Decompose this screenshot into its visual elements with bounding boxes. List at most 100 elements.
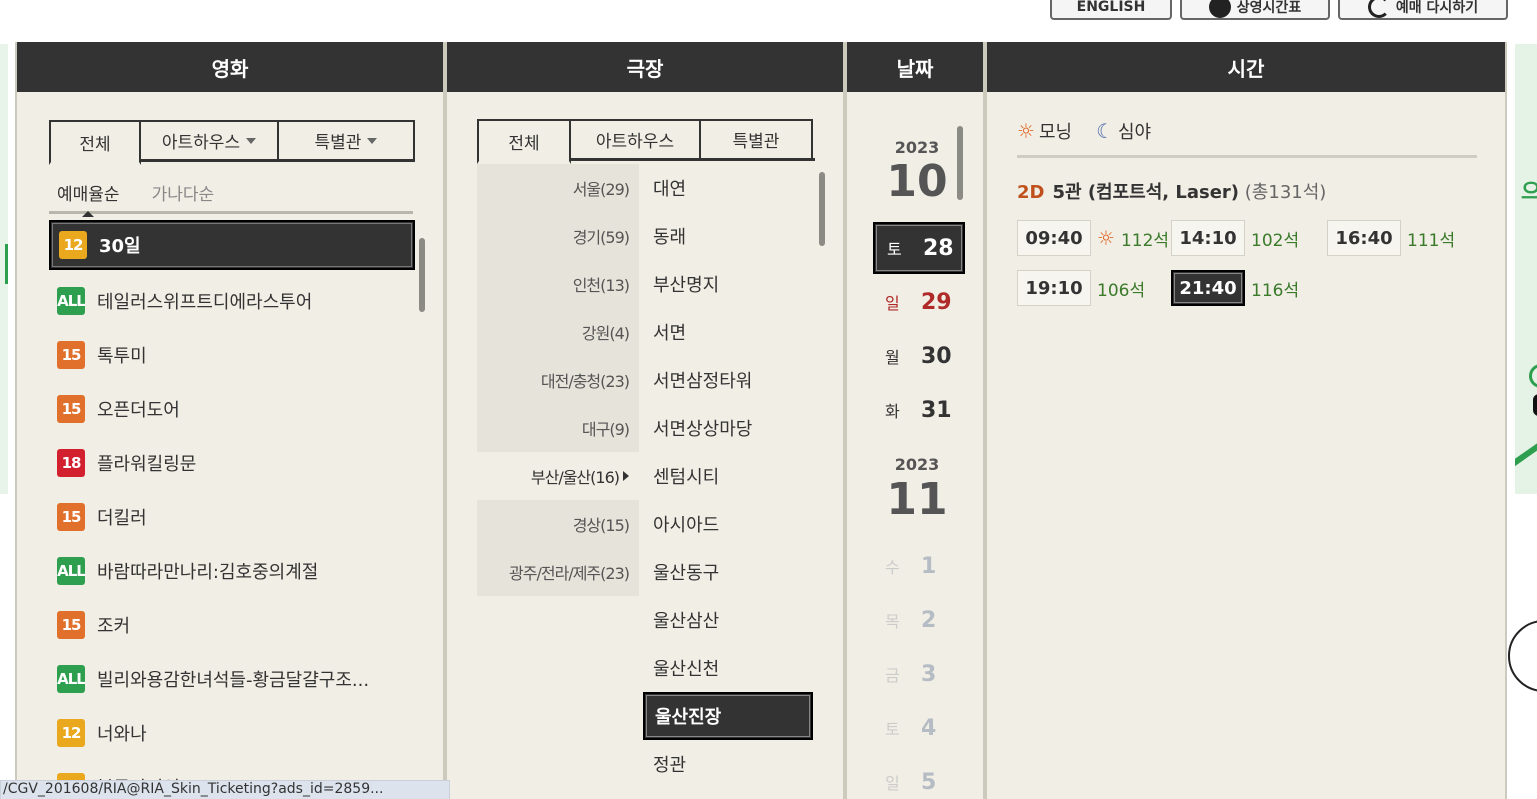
date-item[interactable]: 월 30 — [873, 330, 965, 382]
remaining-seats: 116석 — [1251, 280, 1300, 301]
theater-item[interactable]: 울산삼산 — [643, 596, 813, 644]
theater-item[interactable]: 대연 — [643, 164, 813, 212]
month-label: 11 — [886, 474, 948, 525]
weekday-label: 토 — [885, 720, 900, 739]
theater-item[interactable]: 울산동구 — [643, 548, 813, 596]
movie-item[interactable]: 15 조커 — [49, 598, 415, 652]
showtimes-button[interactable]: 상영시간표 — [1180, 0, 1330, 20]
theater-item[interactable]: 서면상상마당 — [643, 404, 813, 452]
sort-by-booking-rate[interactable]: 예매율순 — [49, 180, 128, 217]
age-rating-badge: 15 — [57, 611, 85, 639]
region-item[interactable]: 서울(29) — [477, 164, 639, 212]
sun-icon: ☼ — [1097, 226, 1115, 250]
tab-movie-all[interactable]: 전체 — [49, 120, 141, 165]
region-item[interactable]: 경상(15) — [477, 500, 639, 548]
chevron-down-icon — [367, 137, 378, 144]
english-button[interactable]: ENGLISH — [1050, 0, 1172, 20]
left-ad-banner[interactable] — [0, 44, 8, 494]
region-item[interactable]: 광주/전라/제주(23) — [477, 548, 639, 596]
theater-item[interactable]: 서면 — [643, 308, 813, 356]
weekday-label: 금 — [885, 666, 900, 685]
region-item[interactable]: 대구(9) — [477, 404, 639, 452]
theater-list-scrollbar[interactable] — [819, 172, 825, 246]
movie-item[interactable]: 15 오픈더도어 — [49, 382, 415, 436]
showtime-button[interactable]: 09:40 — [1017, 220, 1091, 256]
weekday-label: 토 — [887, 240, 902, 259]
day-number: 28 — [923, 235, 954, 261]
region-item[interactable]: 대전/충청(23) — [477, 356, 639, 404]
date-item[interactable]: 토 28 — [873, 222, 965, 274]
weekday-label: 화 — [885, 402, 900, 421]
theater-item[interactable]: 아시아드 — [643, 500, 813, 548]
region-item[interactable]: 경기(59) — [477, 212, 639, 260]
movie-item[interactable]: ALL 테일러스위프트디에라스투어 — [49, 274, 415, 328]
theater-item[interactable]: 센텀시티 — [643, 452, 813, 500]
showtime-button[interactable]: 16:40 — [1327, 220, 1401, 256]
theater-item[interactable]: 부산명지 — [643, 260, 813, 308]
day-number: 29 — [921, 289, 952, 315]
showtime-button[interactable]: 14:10 — [1171, 220, 1245, 256]
region-item[interactable]: 인천(13) — [477, 260, 639, 308]
time-column: 시간 ☼ 모닝 ☾ 심야 2D 5관 (컴포트석, Laser) (총131석) 09… — [985, 42, 1507, 799]
tab-theater-arthouse[interactable]: 아트하우스 — [569, 119, 701, 158]
date-column: 날짜 2023 10 토 28 일 29 월 30 화 31 2023 11 수1목2금3토4… — [845, 42, 985, 799]
showtime-button[interactable]: 19:10 — [1017, 270, 1091, 306]
movie-list-scrollbar[interactable] — [419, 238, 425, 312]
movie-item[interactable]: ALL 빌리와용감한녀석들-황금달걀구조... — [49, 652, 415, 706]
region-item[interactable]: 부산/울산(16) — [477, 452, 639, 500]
remaining-seats: 112석 — [1120, 230, 1170, 251]
showtime-slot: 19:10 106석 — [1017, 270, 1145, 306]
age-rating-badge: 15 — [57, 341, 85, 369]
movie-item[interactable]: 18 플라워킬링문 — [49, 436, 415, 490]
moon-icon: ☾ — [1096, 119, 1114, 143]
age-rating-badge: 12 — [57, 719, 85, 747]
tab-movie-arthouse[interactable]: 아트하우스 — [139, 120, 279, 159]
date-item[interactable]: 일 29 — [873, 276, 965, 328]
movie-list: 12 30일 ALL 테일러스위프트디에라스투어 15 톡투미 15 오픈더도어 18 플라워킬링… — [49, 220, 415, 799]
theater-list: 대연 동래 부산명지 서면 서면삼정타워 서면상상마당 센텀시티 아시아드 울산동구 울산삼산 울산… — [643, 164, 813, 788]
day-number: 30 — [921, 343, 952, 369]
restart-booking-button[interactable]: 예매 다시하기 — [1338, 0, 1508, 20]
showtime-slot: 09:40 ☼ 112석 — [1017, 220, 1169, 256]
movie-title: 너와나 — [97, 724, 147, 745]
theater-item[interactable]: 서면삼정타워 — [643, 356, 813, 404]
movie-item[interactable]: 12 30일 — [49, 220, 415, 270]
tab-theater-all[interactable]: 전체 — [477, 119, 571, 164]
showtime-button[interactable]: 21:40 — [1171, 270, 1245, 306]
date-list-scrollbar[interactable] — [957, 126, 963, 200]
theater-item[interactable]: 동래 — [643, 212, 813, 260]
showtime-slot: 16:40 111석 — [1327, 220, 1455, 256]
date-item: 목2 — [873, 594, 965, 646]
region-list: 서울(29) 경기(59) 인천(13) 강원(4) 대전/충청(23) 대구(9) 부산/… — [477, 164, 639, 596]
morning-legend: ☼ 모닝 — [1017, 119, 1073, 143]
date-item: 토4 — [873, 702, 965, 754]
theater-column: 극장 전체 아트하우스 특별관 서울(29) 경기(59) 인천(13) 강원(4) 대… — [445, 42, 845, 799]
movie-item[interactable]: ALL 바람따라만나리:김호중의계절 — [49, 544, 415, 598]
region-label: 부산/울산(16) — [530, 468, 620, 487]
tab-theater-special[interactable]: 특별관 — [699, 119, 813, 158]
movie-column-header: 영화 — [17, 42, 443, 92]
day-number: 3 — [921, 661, 937, 687]
movie-item[interactable]: 15 톡투미 — [49, 328, 415, 382]
hall-name: 5관 (컴포트석, Laser) — [1052, 182, 1240, 203]
sort-by-name[interactable]: 가나다순 — [144, 180, 223, 205]
age-rating-badge: ALL — [57, 665, 86, 693]
theater-item[interactable]: 울산신천 — [643, 644, 813, 692]
movie-item[interactable]: 12 너와나 — [49, 706, 415, 760]
sun-icon: ☼ — [1017, 119, 1035, 143]
region-label: 경상(15) — [572, 516, 630, 535]
tab-movie-special[interactable]: 특별관 — [277, 120, 415, 159]
movie-title: 플라워킬링문 — [97, 454, 197, 475]
time-legend: ☼ 모닝 ☾ 심야 — [1017, 118, 1477, 158]
region-item[interactable]: 강원(4) — [477, 308, 639, 356]
theater-item[interactable]: 울산진장 — [643, 692, 813, 740]
movie-title: 30일 — [99, 236, 141, 257]
theater-item[interactable]: 정관 — [643, 740, 813, 788]
movie-item[interactable]: 15 더킬러 — [49, 490, 415, 544]
date-item[interactable]: 화 31 — [873, 384, 965, 436]
theater-column-header: 극장 — [447, 42, 843, 92]
weekday-label: 일 — [885, 774, 900, 793]
right-ad-banner[interactable]: 으 — [1515, 44, 1537, 494]
year-label: 2023 — [894, 455, 940, 474]
scroll-top-button[interactable] — [1508, 620, 1537, 692]
